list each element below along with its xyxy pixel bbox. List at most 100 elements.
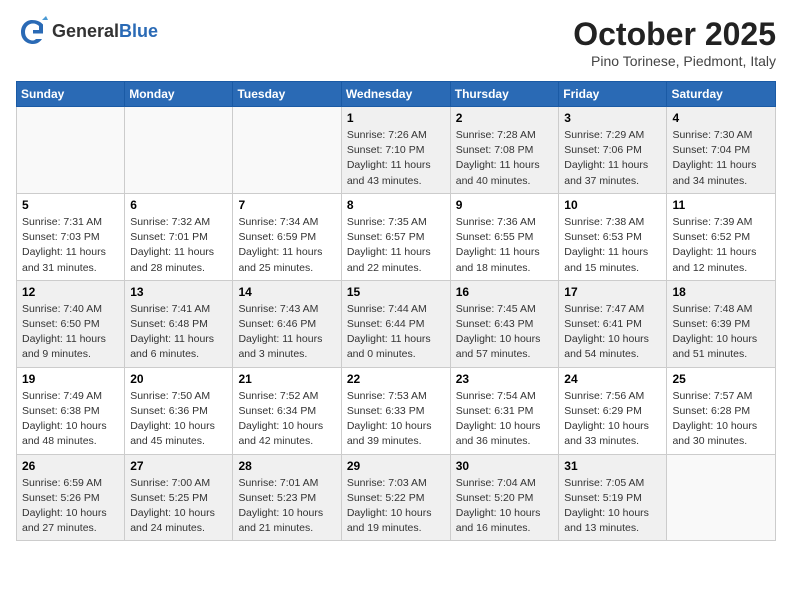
day-number: 30: [456, 459, 554, 473]
calendar-cell: [667, 454, 776, 541]
day-info: Sunrise: 7:36 AM Sunset: 6:55 PM Dayligh…: [456, 215, 554, 276]
calendar-cell: 17 Sunrise: 7:47 AM Sunset: 6:41 PM Dayli…: [559, 280, 667, 367]
calendar-cell: 20 Sunrise: 7:50 AM Sunset: 6:36 PM Dayli…: [125, 367, 233, 454]
calendar-cell: 7 Sunrise: 7:34 AM Sunset: 6:59 PM Daylig…: [233, 193, 341, 280]
logo-icon: [16, 16, 48, 48]
day-number: 10: [564, 198, 661, 212]
day-number: 24: [564, 372, 661, 386]
calendar-cell: 19Sunrise: 7:49 AM Sunset: 6:38 PM Dayli…: [17, 367, 125, 454]
title-section: October 2025 Pino Torinese, Piedmont, It…: [573, 16, 776, 69]
day-number: 8: [347, 198, 445, 212]
day-info: Sunrise: 7:38 AM Sunset: 6:53 PM Dayligh…: [564, 215, 661, 276]
day-info: Sunrise: 7:50 AM Sunset: 6:36 PM Dayligh…: [130, 389, 227, 450]
day-info: Sunrise: 7:52 AM Sunset: 6:34 PM Dayligh…: [238, 389, 335, 450]
day-number: 7: [238, 198, 335, 212]
day-number: 5: [22, 198, 119, 212]
day-info: Sunrise: 7:30 AM Sunset: 7:04 PM Dayligh…: [672, 128, 770, 189]
calendar-cell: 1 Sunrise: 7:26 AM Sunset: 7:10 PM Daylig…: [341, 107, 450, 194]
day-info: Sunrise: 7:28 AM Sunset: 7:08 PM Dayligh…: [456, 128, 554, 189]
calendar-cell: 30 Sunrise: 7:04 AM Sunset: 5:20 PM Dayli…: [450, 454, 559, 541]
day-number: 2: [456, 111, 554, 125]
day-number: 4: [672, 111, 770, 125]
day-number: 18: [672, 285, 770, 299]
day-number: 12: [22, 285, 119, 299]
calendar-cell: 3 Sunrise: 7:29 AM Sunset: 7:06 PM Daylig…: [559, 107, 667, 194]
calendar-cell: 6Sunrise: 7:32 AM Sunset: 7:01 PM Daylig…: [125, 193, 233, 280]
day-number: 28: [238, 459, 335, 473]
day-info: Sunrise: 7:45 AM Sunset: 6:43 PM Dayligh…: [456, 302, 554, 363]
day-info: Sunrise: 7:40 AM Sunset: 6:50 PM Dayligh…: [22, 302, 119, 363]
day-info: Sunrise: 7:26 AM Sunset: 7:10 PM Dayligh…: [347, 128, 445, 189]
month-title: October 2025: [573, 16, 776, 53]
day-number: 17: [564, 285, 661, 299]
day-info: Sunrise: 7:48 AM Sunset: 6:39 PM Dayligh…: [672, 302, 770, 363]
day-info: Sunrise: 7:41 AM Sunset: 6:48 PM Dayligh…: [130, 302, 227, 363]
day-number: 29: [347, 459, 445, 473]
calendar-cell: 24 Sunrise: 7:56 AM Sunset: 6:29 PM Dayli…: [559, 367, 667, 454]
weekday-header: Monday: [125, 82, 233, 107]
day-number: 26: [22, 459, 119, 473]
day-number: 3: [564, 111, 661, 125]
day-number: 27: [130, 459, 227, 473]
day-info: Sunrise: 7:03 AM Sunset: 5:22 PM Dayligh…: [347, 476, 445, 537]
day-number: 23: [456, 372, 554, 386]
day-info: Sunrise: 7:29 AM Sunset: 7:06 PM Dayligh…: [564, 128, 661, 189]
calendar-cell: 9 Sunrise: 7:36 AM Sunset: 6:55 PM Daylig…: [450, 193, 559, 280]
day-info: Sunrise: 7:53 AM Sunset: 6:33 PM Dayligh…: [347, 389, 445, 450]
day-number: 19: [22, 372, 119, 386]
day-number: 1: [347, 111, 445, 125]
calendar-cell: 11 Sunrise: 7:39 AM Sunset: 6:52 PM Dayli…: [667, 193, 776, 280]
logo: GeneralBlue: [16, 16, 158, 48]
day-info: Sunrise: 7:34 AM Sunset: 6:59 PM Dayligh…: [238, 215, 335, 276]
weekday-header: Tuesday: [233, 82, 341, 107]
day-number: 25: [672, 372, 770, 386]
weekday-header: Thursday: [450, 82, 559, 107]
day-info: Sunrise: 7:35 AM Sunset: 6:57 PM Dayligh…: [347, 215, 445, 276]
day-info: Sunrise: 7:44 AM Sunset: 6:44 PM Dayligh…: [347, 302, 445, 363]
calendar-cell: 21Sunrise: 7:52 AM Sunset: 6:34 PM Dayli…: [233, 367, 341, 454]
calendar-cell: 10 Sunrise: 7:38 AM Sunset: 6:53 PM Dayli…: [559, 193, 667, 280]
day-number: 16: [456, 285, 554, 299]
day-number: 20: [130, 372, 227, 386]
calendar-cell: 26 Sunrise: 6:59 AM Sunset: 5:26 PM Dayli…: [17, 454, 125, 541]
calendar-cell: 4 Sunrise: 7:30 AM Sunset: 7:04 PM Daylig…: [667, 107, 776, 194]
day-number: 14: [238, 285, 335, 299]
calendar-cell: [17, 107, 125, 194]
calendar-cell: 15Sunrise: 7:44 AM Sunset: 6:44 PM Dayli…: [341, 280, 450, 367]
calendar-week-row: 26 Sunrise: 6:59 AM Sunset: 5:26 PM Dayli…: [17, 454, 776, 541]
day-info: Sunrise: 7:47 AM Sunset: 6:41 PM Dayligh…: [564, 302, 661, 363]
day-info: Sunrise: 7:57 AM Sunset: 6:28 PM Dayligh…: [672, 389, 770, 450]
calendar-week-row: 12 Sunrise: 7:40 AM Sunset: 6:50 PM Dayli…: [17, 280, 776, 367]
day-info: Sunrise: 7:56 AM Sunset: 6:29 PM Dayligh…: [564, 389, 661, 450]
day-number: 22: [347, 372, 445, 386]
calendar-cell: 27 Sunrise: 7:00 AM Sunset: 5:25 PM Dayli…: [125, 454, 233, 541]
calendar-header-row: SundayMondayTuesdayWednesdayThursdayFrid…: [17, 82, 776, 107]
calendar-cell: 22 Sunrise: 7:53 AM Sunset: 6:33 PM Dayli…: [341, 367, 450, 454]
day-info: Sunrise: 7:01 AM Sunset: 5:23 PM Dayligh…: [238, 476, 335, 537]
day-info: Sunrise: 7:43 AM Sunset: 6:46 PM Dayligh…: [238, 302, 335, 363]
calendar-cell: 16 Sunrise: 7:45 AM Sunset: 6:43 PM Dayli…: [450, 280, 559, 367]
calendar-cell: 5Sunrise: 7:31 AM Sunset: 7:03 PM Daylig…: [17, 193, 125, 280]
day-info: Sunrise: 7:05 AM Sunset: 5:19 PM Dayligh…: [564, 476, 661, 537]
day-info: Sunrise: 6:59 AM Sunset: 5:26 PM Dayligh…: [22, 476, 119, 537]
day-number: 31: [564, 459, 661, 473]
calendar-cell: 2 Sunrise: 7:28 AM Sunset: 7:08 PM Daylig…: [450, 107, 559, 194]
calendar-week-row: 5Sunrise: 7:31 AM Sunset: 7:03 PM Daylig…: [17, 193, 776, 280]
weekday-header: Sunday: [17, 82, 125, 107]
calendar-cell: 29 Sunrise: 7:03 AM Sunset: 5:22 PM Dayli…: [341, 454, 450, 541]
day-number: 11: [672, 198, 770, 212]
day-number: 13: [130, 285, 227, 299]
weekday-header: Saturday: [667, 82, 776, 107]
day-info: Sunrise: 7:04 AM Sunset: 5:20 PM Dayligh…: [456, 476, 554, 537]
day-info: Sunrise: 7:00 AM Sunset: 5:25 PM Dayligh…: [130, 476, 227, 537]
calendar-cell: 14 Sunrise: 7:43 AM Sunset: 6:46 PM Dayli…: [233, 280, 341, 367]
calendar-cell: 23Sunrise: 7:54 AM Sunset: 6:31 PM Dayli…: [450, 367, 559, 454]
calendar-cell: 8 Sunrise: 7:35 AM Sunset: 6:57 PM Daylig…: [341, 193, 450, 280]
day-number: 9: [456, 198, 554, 212]
calendar-cell: 28 Sunrise: 7:01 AM Sunset: 5:23 PM Dayli…: [233, 454, 341, 541]
location: Pino Torinese, Piedmont, Italy: [573, 53, 776, 69]
logo-general: GeneralBlue: [52, 21, 158, 43]
day-info: Sunrise: 7:39 AM Sunset: 6:52 PM Dayligh…: [672, 215, 770, 276]
logo-text: GeneralBlue: [52, 21, 158, 43]
calendar-cell: 25 Sunrise: 7:57 AM Sunset: 6:28 PM Dayli…: [667, 367, 776, 454]
